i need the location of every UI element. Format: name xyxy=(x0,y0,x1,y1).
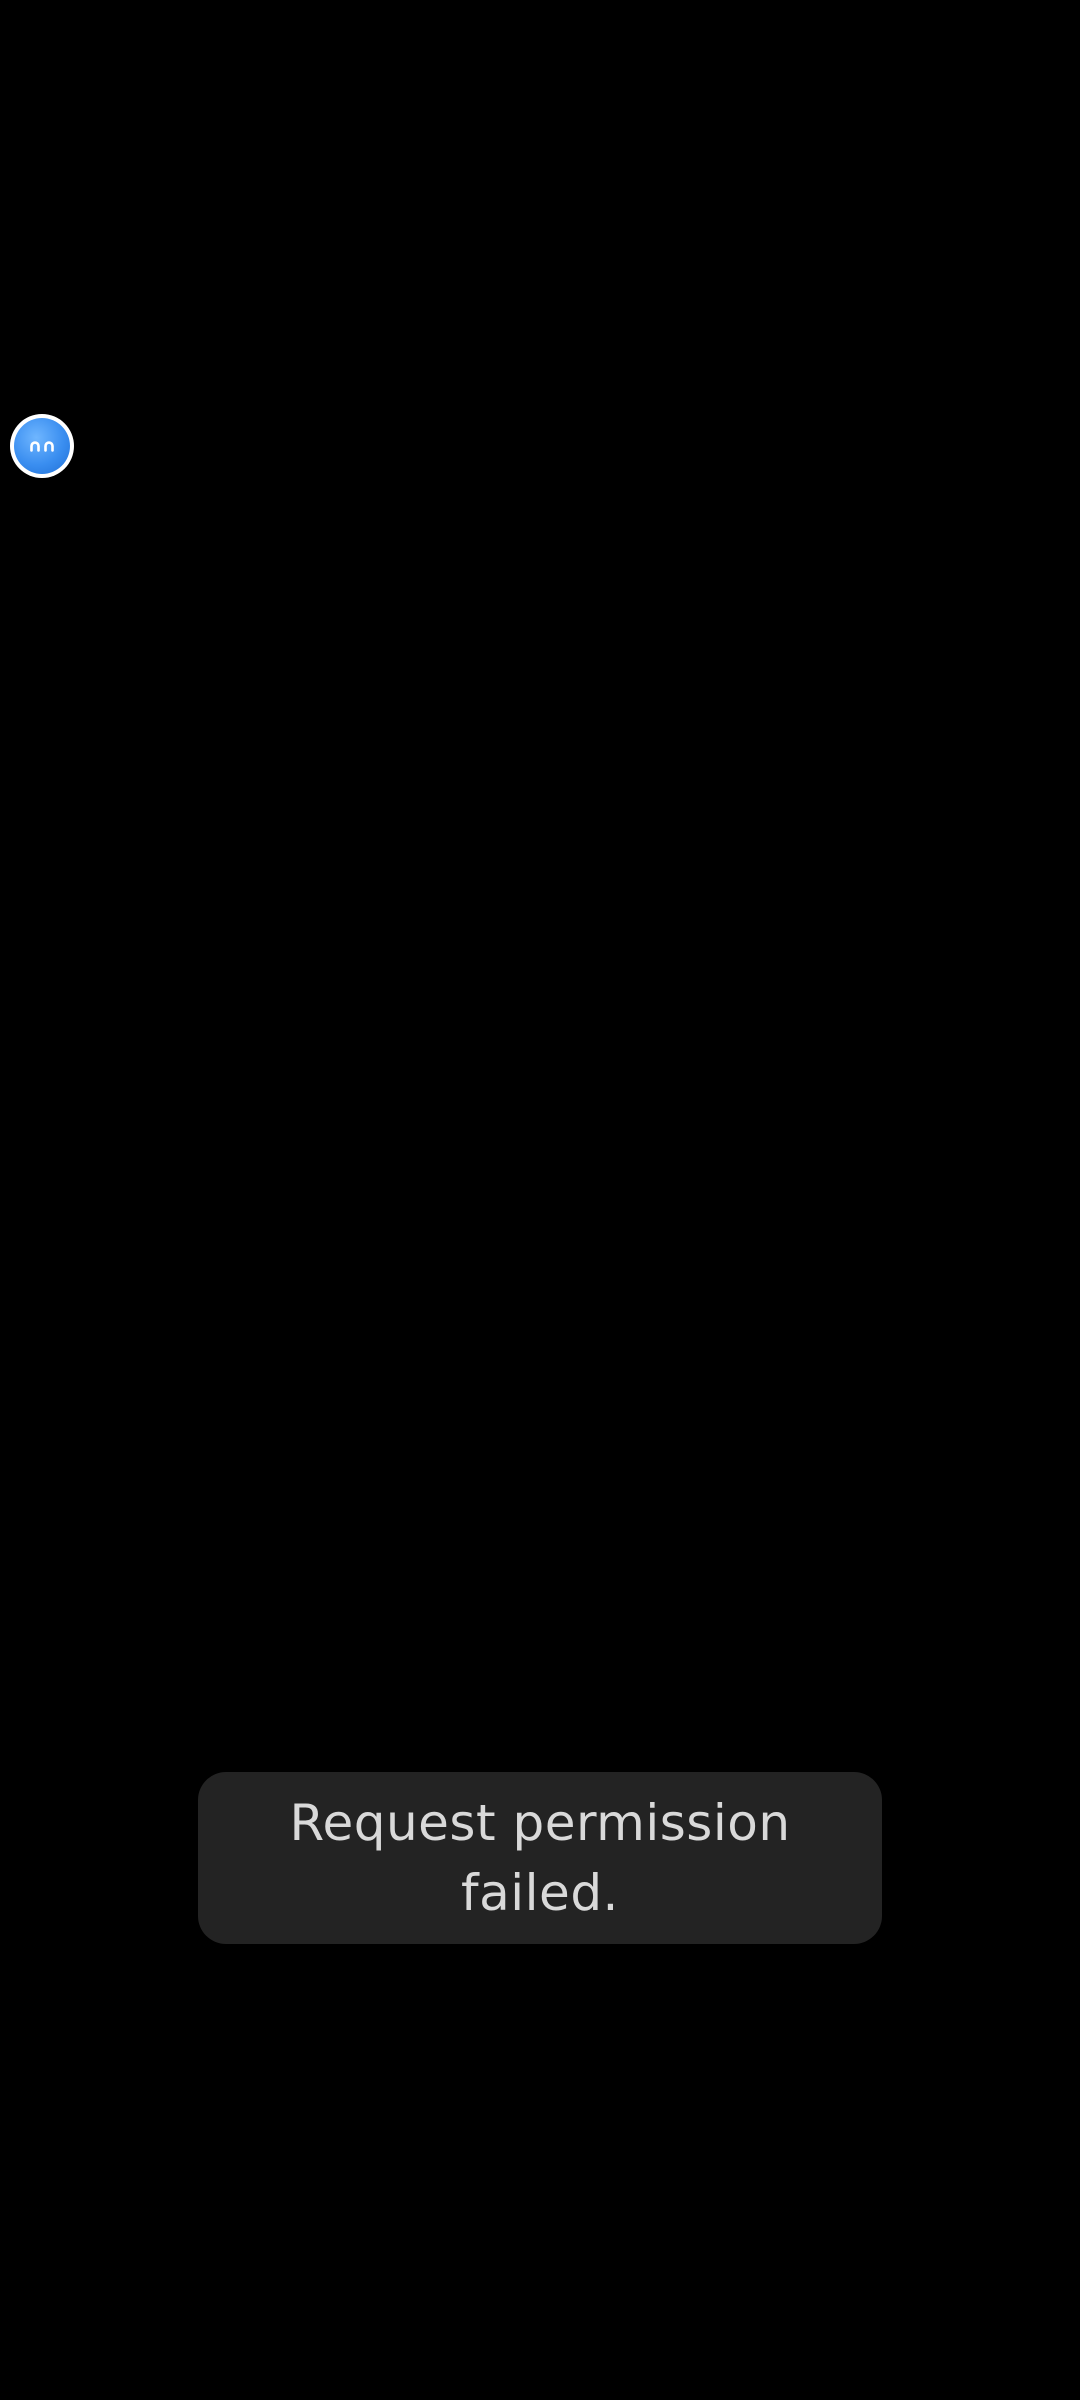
assistant-face-icon xyxy=(14,418,70,474)
screen: Request permission failed. xyxy=(0,0,1080,2400)
toast-text: Request permission failed. xyxy=(289,1794,791,1922)
toast-message: Request permission failed. xyxy=(198,1772,882,1944)
floating-assistant-bubble[interactable] xyxy=(10,414,74,478)
